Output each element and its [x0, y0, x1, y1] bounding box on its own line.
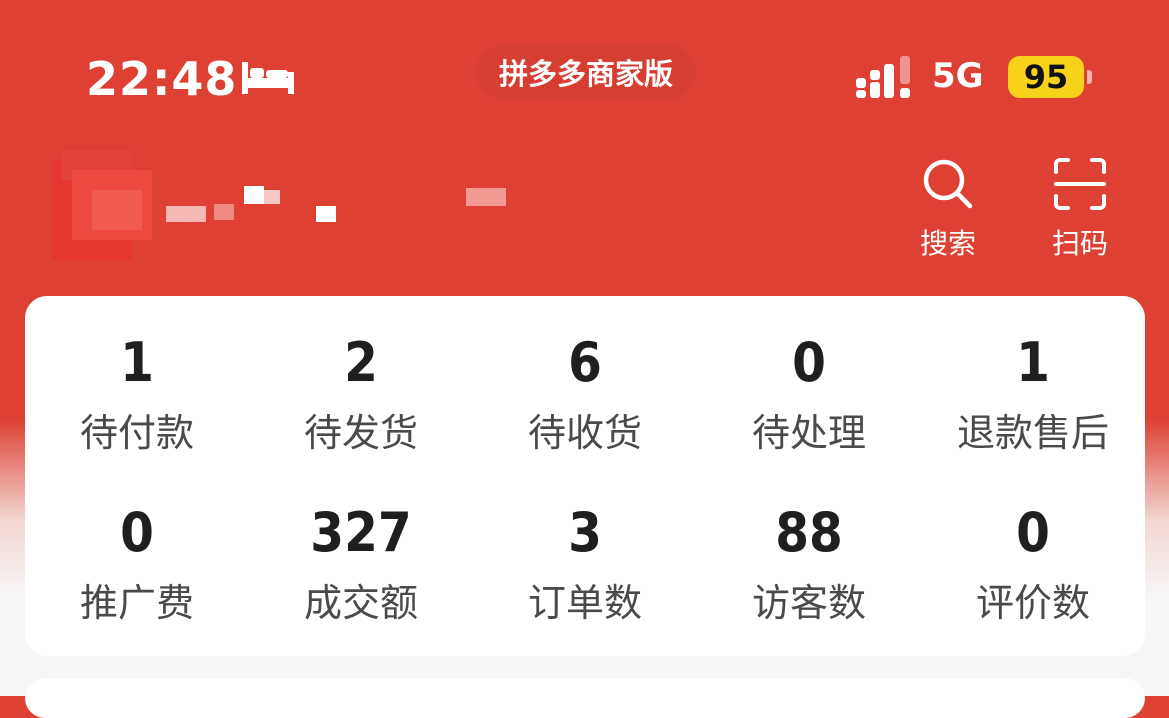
stat-pending-receipt[interactable]: 6 待收货 — [473, 326, 697, 496]
stat-review-count[interactable]: 0 评价数 — [921, 496, 1145, 666]
search-label: 搜索 — [919, 227, 976, 260]
stat-label: 推广费 — [79, 581, 194, 625]
stat-promotion-fee[interactable]: 0 推广费 — [25, 496, 249, 666]
search-button[interactable]: 搜索 — [900, 156, 996, 262]
battery-cap — [1087, 70, 1092, 84]
stat-value: 6 — [568, 331, 602, 394]
stat-label: 退款售后 — [956, 411, 1109, 455]
stat-pending-payment[interactable]: 1 待付款 — [25, 326, 249, 496]
stat-pending-handling[interactable]: 0 待处理 — [697, 326, 921, 496]
stat-value: 3 — [568, 501, 602, 564]
stat-value: 0 — [792, 331, 826, 394]
shop-name-blurred — [166, 184, 526, 224]
stat-label: 订单数 — [527, 581, 642, 625]
scan-icon — [1054, 158, 1106, 210]
shop-avatar[interactable] — [52, 150, 152, 260]
stat-value: 0 — [1016, 501, 1050, 564]
stat-order-count[interactable]: 3 订单数 — [473, 496, 697, 666]
stat-value: 1 — [120, 331, 154, 394]
app-name: 拼多多商家版 — [498, 57, 673, 91]
stat-visitor-count[interactable]: 88 访客数 — [697, 496, 921, 666]
stat-label: 评价数 — [975, 581, 1090, 625]
stat-label: 待发货 — [303, 411, 418, 455]
stat-value: 0 — [120, 501, 154, 564]
stat-label: 待付款 — [79, 411, 194, 455]
stat-refund-aftersale[interactable]: 1 退款售后 — [921, 326, 1145, 496]
status-bar: 22:48 拼多多商家版 5G 95 — [0, 0, 1169, 150]
stat-label: 成交额 — [303, 581, 418, 625]
stat-value: 327 — [310, 501, 412, 564]
stats-grid: 1 待付款 2 待发货 6 待收货 0 待处理 1 退款售后 0 推广费 327… — [25, 326, 1145, 666]
search-icon — [923, 159, 973, 209]
scan-label: 扫码 — [1051, 227, 1108, 260]
scan-button[interactable]: 扫码 — [1032, 156, 1128, 262]
stat-label: 待处理 — [751, 411, 866, 455]
battery-level: 95 — [1023, 58, 1069, 96]
stat-turnover[interactable]: 327 成交额 — [249, 496, 473, 666]
next-section-card — [25, 678, 1145, 718]
network-type: 5G — [932, 56, 984, 96]
app-name-pill: 拼多多商家版 — [476, 44, 696, 100]
stat-value: 2 — [344, 331, 378, 394]
signal-icon — [856, 56, 910, 98]
stat-pending-shipment[interactable]: 2 待发货 — [249, 326, 473, 496]
status-time: 22:48 — [86, 52, 238, 106]
stat-label: 访客数 — [751, 581, 866, 625]
stat-value: 1 — [1016, 331, 1050, 394]
battery-indicator: 95 — [1008, 56, 1084, 98]
bed-icon — [242, 62, 294, 94]
order-stats-card: 1 待付款 2 待发货 6 待收货 0 待处理 1 退款售后 0 推广费 327… — [25, 296, 1145, 656]
stat-label: 待收货 — [527, 411, 642, 455]
stat-value: 88 — [775, 501, 843, 564]
